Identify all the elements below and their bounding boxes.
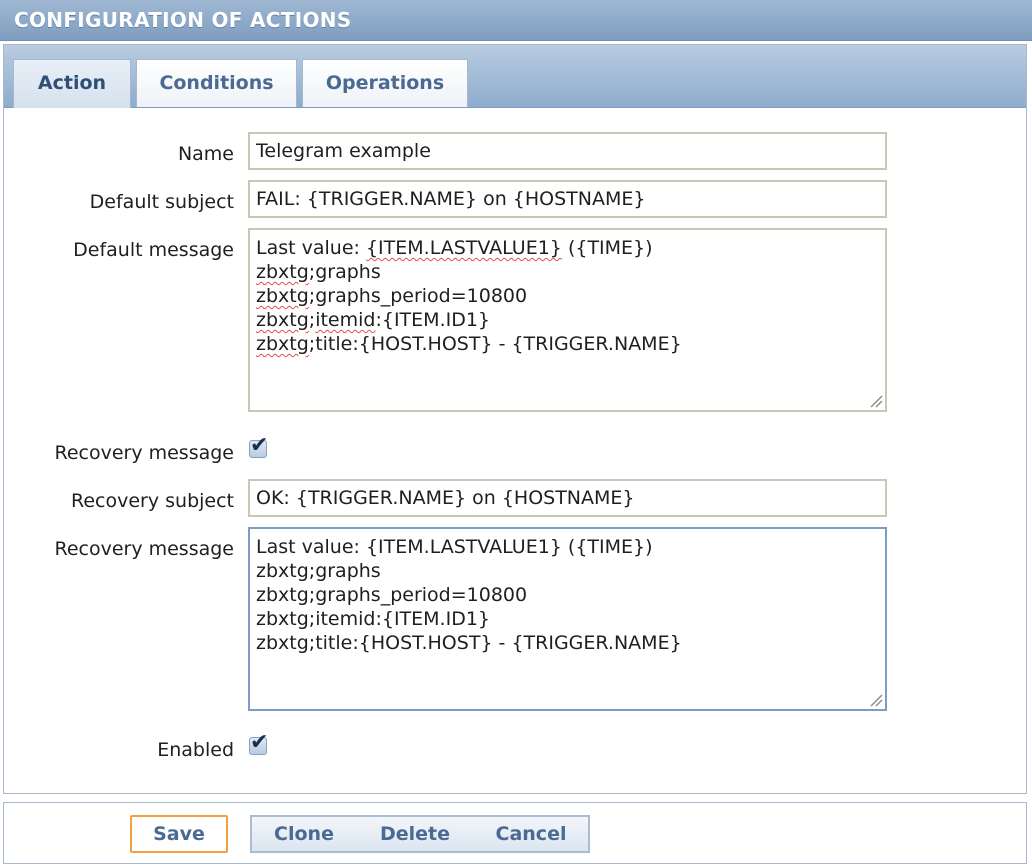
- checkmark-icon: ✔: [250, 433, 269, 458]
- spellcheck-word: {ITEM.LASTVALUE1}: [365, 237, 562, 259]
- spellcheck-word: zbxtg: [256, 333, 309, 355]
- default-message-textarea[interactable]: Last value: {ITEM.LASTVALUE1} ({TIME}) z…: [248, 228, 887, 412]
- clone-button[interactable]: Clone: [250, 815, 358, 853]
- recovery-subject-label: Recovery subject: [70, 490, 234, 512]
- recovery-subject-input[interactable]: OK: {TRIGGER.NAME} on {HOSTNAME}: [248, 479, 887, 517]
- message-line: Last value: {ITEM.LASTVALUE1} ({TIME}): [256, 536, 653, 558]
- message-line: zbxtg;graphs_period=10800: [256, 285, 528, 307]
- default-message-label: Default message: [73, 239, 234, 261]
- message-line: Last value: {ITEM.LASTVALUE1} ({TIME}): [256, 237, 653, 259]
- tab-operations[interactable]: Operations: [302, 59, 468, 107]
- spellcheck-word: itemid: [315, 309, 376, 331]
- form-actions-bar: Save Clone Delete Cancel: [3, 802, 1027, 864]
- recovery-message-label: Recovery message: [54, 538, 234, 560]
- message-line: zbxtg;graphs: [256, 560, 381, 582]
- recovery-toggle-label: Recovery message: [54, 442, 234, 464]
- cancel-button[interactable]: Cancel: [474, 815, 590, 853]
- page-header: CONFIGURATION OF ACTIONS: [0, 0, 1032, 41]
- recovery-message-textarea[interactable]: Last value: {ITEM.LASTVALUE1} ({TIME}) z…: [248, 527, 887, 711]
- checkmark-icon: ✔: [250, 730, 269, 755]
- enabled-checkbox[interactable]: ✔: [249, 730, 268, 755]
- message-line: zbxtg;graphs: [256, 261, 381, 283]
- message-line: zbxtg;itemid:{ITEM.ID1}: [256, 608, 491, 630]
- message-line: zbxtg;graphs_period=10800: [256, 584, 528, 606]
- resize-grip-icon[interactable]: [869, 394, 883, 408]
- recovery-message-checkbox[interactable]: ✔: [249, 433, 268, 458]
- name-input[interactable]: Telegram example: [248, 132, 887, 170]
- enabled-label: Enabled: [157, 739, 234, 761]
- tab-action[interactable]: Action: [13, 59, 131, 108]
- message-line: zbxtg;title:{HOST.HOST} - {TRIGGER.NAME}: [256, 333, 682, 355]
- spellcheck-word: zbxtg: [256, 261, 309, 283]
- spellcheck-word: zbxtg: [256, 309, 309, 331]
- page-title: CONFIGURATION OF ACTIONS: [14, 8, 352, 32]
- message-line: zbxtg;itemid:{ITEM.ID1}: [256, 309, 491, 331]
- default-subject-input[interactable]: FAIL: {TRIGGER.NAME} on {HOSTNAME}: [248, 180, 887, 218]
- default-subject-label: Default subject: [89, 191, 234, 213]
- tab-conditions[interactable]: Conditions: [136, 59, 297, 107]
- resize-grip-icon[interactable]: [869, 693, 883, 707]
- name-label: Name: [177, 143, 234, 165]
- delete-button[interactable]: Delete: [356, 815, 476, 853]
- tab-strip: Action Conditions Operations: [4, 45, 1026, 108]
- message-line: zbxtg;title:{HOST.HOST} - {TRIGGER.NAME}: [256, 632, 682, 654]
- spellcheck-word: zbxtg: [256, 285, 309, 307]
- save-button[interactable]: Save: [130, 815, 228, 853]
